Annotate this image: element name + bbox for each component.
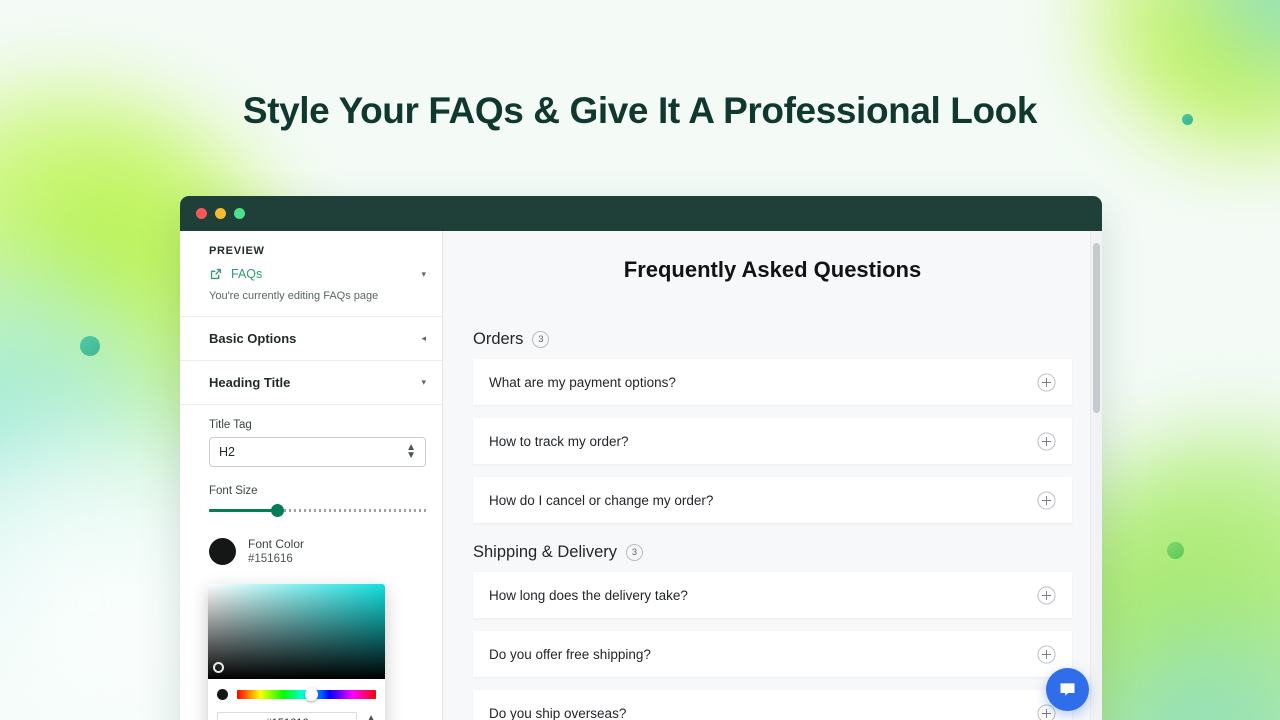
faq-question-text: Do you offer free shipping? <box>489 646 651 662</box>
faq-page-title: Frequently Asked Questions <box>623 257 922 282</box>
faq-question-row[interactable]: How to track my order? <box>473 418 1072 464</box>
chat-widget-button[interactable] <box>1046 668 1089 711</box>
page-headline: Style Your FAQs & Give It A Professional… <box>242 90 1038 131</box>
font-color-swatch[interactable] <box>209 537 236 565</box>
slider-fill <box>209 509 277 512</box>
title-tag-select[interactable]: H2 ▲ ▼ <box>209 437 426 467</box>
sidebar-section-heading-title[interactable]: Heading Title ▾ <box>180 361 442 405</box>
sidebar-section-basic-options[interactable]: Basic Options ◂ <box>180 317 442 361</box>
slider-thumb[interactable] <box>271 504 284 517</box>
faq-question-text: How long does the delivery take? <box>489 587 688 603</box>
basic-options-label: Basic Options <box>209 331 297 346</box>
preview-block: PREVIEW FAQs ▾ You're currently editing … <box>180 231 442 317</box>
heading-title-label: Heading Title <box>209 375 291 390</box>
plus-circle-icon[interactable] <box>1037 372 1056 392</box>
plus-circle-icon[interactable] <box>1037 431 1056 451</box>
preview-page-name: FAQs <box>231 267 263 281</box>
faq-question-row[interactable]: Do you offer free shipping? <box>473 631 1072 677</box>
faq-categories: Orders 3 What are my payment options? Ho… <box>443 330 1102 720</box>
faq-question-text: Do you ship overseas? <box>489 705 627 720</box>
faq-category: Shipping & Delivery 3 How long does the … <box>473 543 1072 720</box>
faq-category-name: Shipping & Delivery <box>473 543 617 561</box>
page-root: Style Your FAQs & Give It A Professional… <box>0 0 1280 720</box>
faq-category-count: 3 <box>626 544 643 561</box>
stepper-icon: ▲ ▼ <box>406 442 416 461</box>
faq-question-row[interactable]: How do I cancel or change my order? <box>473 477 1072 523</box>
hue-row <box>217 688 376 701</box>
chevron-left-icon: ◂ <box>421 333 426 343</box>
decorative-dot-left <box>80 336 100 356</box>
chevron-down-icon: ▾ <box>421 377 426 387</box>
plus-circle-icon[interactable] <box>1037 490 1056 510</box>
hex-row: #151616 ▲▼ <box>217 712 376 720</box>
hue-thumb[interactable] <box>305 688 319 701</box>
hex-input[interactable]: #151616 <box>217 712 358 720</box>
title-tag-label: Title Tag <box>209 419 252 431</box>
saturation-handle[interactable] <box>213 662 224 673</box>
settings-sidebar: PREVIEW FAQs ▾ You're currently editing … <box>180 231 443 720</box>
plus-circle-icon[interactable] <box>1037 644 1056 664</box>
faq-category-count: 3 <box>532 331 550 348</box>
current-color-dot <box>217 689 228 700</box>
title-tag-value: H2 <box>219 445 235 459</box>
faq-question-row[interactable]: How long does the delivery take? <box>473 572 1072 618</box>
faq-preview-pane: Frequently Asked Questions Orders 3 What… <box>443 231 1102 720</box>
faq-question-row[interactable]: Do you ship overseas? <box>473 690 1072 720</box>
faq-question-text: How do I cancel or change my order? <box>489 492 714 508</box>
saturation-value-area[interactable] <box>208 584 385 679</box>
faq-category-header: Orders 3 <box>473 330 1072 349</box>
window-scrollbar[interactable] <box>1090 231 1102 720</box>
background-blob-top-right-teal <box>1185 0 1280 75</box>
app-window: PREVIEW FAQs ▾ You're currently editing … <box>180 196 1102 720</box>
window-titlebar <box>180 196 1102 231</box>
heading-title-panel: Title Tag H2 ▲ ▼ Font Size Font Color #1… <box>180 405 442 577</box>
faq-category-name: Orders <box>473 330 524 348</box>
font-size-label: Font Size <box>209 485 258 497</box>
color-picker-popover[interactable]: #151616 ▲▼ HEX <box>208 584 385 720</box>
font-color-value: #151616 <box>248 553 293 565</box>
close-icon[interactable] <box>196 208 207 219</box>
hue-slider[interactable] <box>237 688 376 701</box>
plus-circle-icon[interactable] <box>1037 585 1056 605</box>
font-size-slider[interactable] <box>209 503 427 517</box>
faq-category-header: Shipping & Delivery 3 <box>473 543 1072 562</box>
background-blob-left-teal <box>0 250 200 680</box>
chevron-down-icon: ▾ <box>421 268 426 279</box>
faq-question-text: What are my payment options? <box>489 374 676 390</box>
faq-question-row[interactable]: What are my payment options? <box>473 359 1072 405</box>
preview-helper-text: You're currently editing FAQs page <box>209 290 379 302</box>
font-color-row[interactable]: Font Color #151616 <box>209 537 426 565</box>
minimize-icon[interactable] <box>215 208 226 219</box>
maximize-icon[interactable] <box>234 208 245 219</box>
window-body: PREVIEW FAQs ▾ You're currently editing … <box>180 231 1102 720</box>
hex-stepper-icon[interactable]: ▲▼ <box>366 713 376 720</box>
scrollbar-thumb[interactable] <box>1093 243 1100 413</box>
faq-category: Orders 3 What are my payment options? Ho… <box>473 330 1072 523</box>
faq-question-text: How to track my order? <box>489 433 629 449</box>
color-picker-controls: #151616 ▲▼ HEX <box>208 679 385 720</box>
chat-bubble-icon <box>1060 683 1075 696</box>
preview-page-selector[interactable]: FAQs ▾ <box>209 267 426 281</box>
font-color-label: Font Color <box>248 537 305 551</box>
preview-label: PREVIEW <box>209 245 265 257</box>
external-link-icon <box>210 268 222 280</box>
decorative-dot-bottom-right <box>1167 542 1184 559</box>
